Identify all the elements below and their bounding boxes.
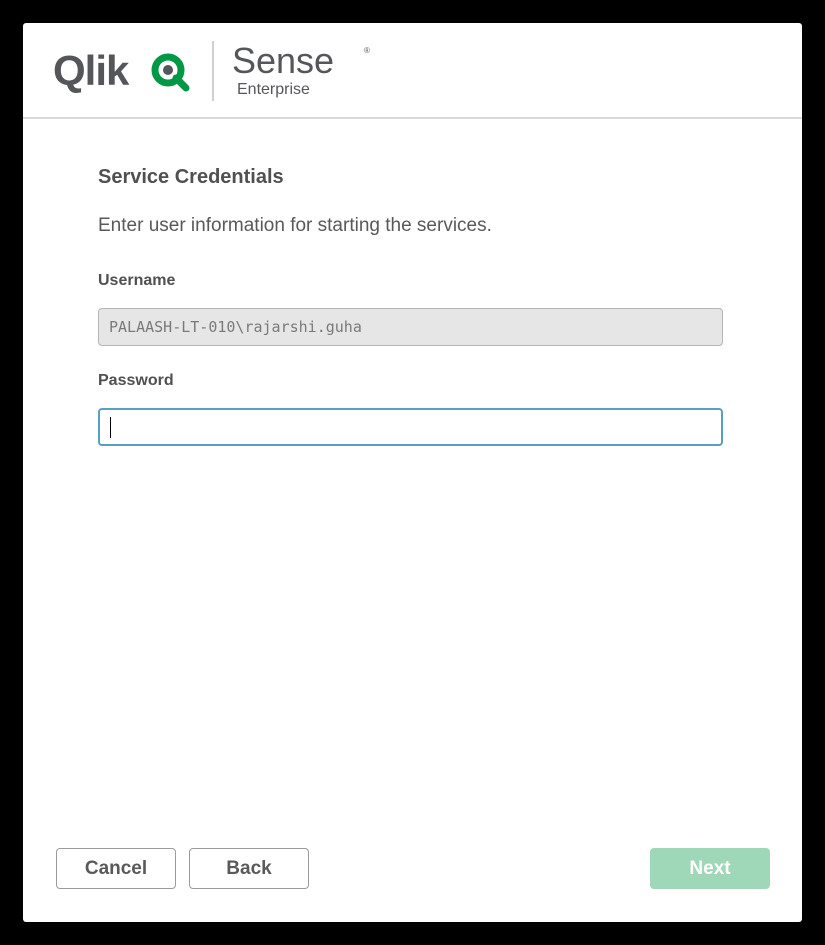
cancel-button[interactable]: Cancel <box>56 848 176 889</box>
text-caret <box>110 417 111 438</box>
logo-product: Sense <box>232 40 335 81</box>
back-button[interactable]: Back <box>189 848 309 889</box>
next-button[interactable]: Next <box>650 848 770 889</box>
logo-edition: Enterprise <box>237 81 310 98</box>
username-label: Username <box>98 272 176 289</box>
password-label: Password <box>98 372 174 389</box>
logo-word: Qlik <box>53 47 129 94</box>
header: Qlik Sense ® Enterprise <box>23 23 802 119</box>
username-field[interactable]: PALAASH-LT-010\rajarshi.guha <box>98 308 723 346</box>
page-title: Service Credentials <box>98 166 284 188</box>
page-description: Enter user information for starting the … <box>98 215 492 236</box>
logo-registered-mark: ® <box>364 46 370 55</box>
qlik-q-icon <box>151 53 190 92</box>
logo-divider <box>212 41 214 101</box>
qlik-sense-logo: Qlik Sense ® Enterprise <box>53 40 370 101</box>
installer-window: Qlik Sense ® Enterprise Service Credenti… <box>23 23 802 922</box>
password-field[interactable] <box>98 408 723 446</box>
